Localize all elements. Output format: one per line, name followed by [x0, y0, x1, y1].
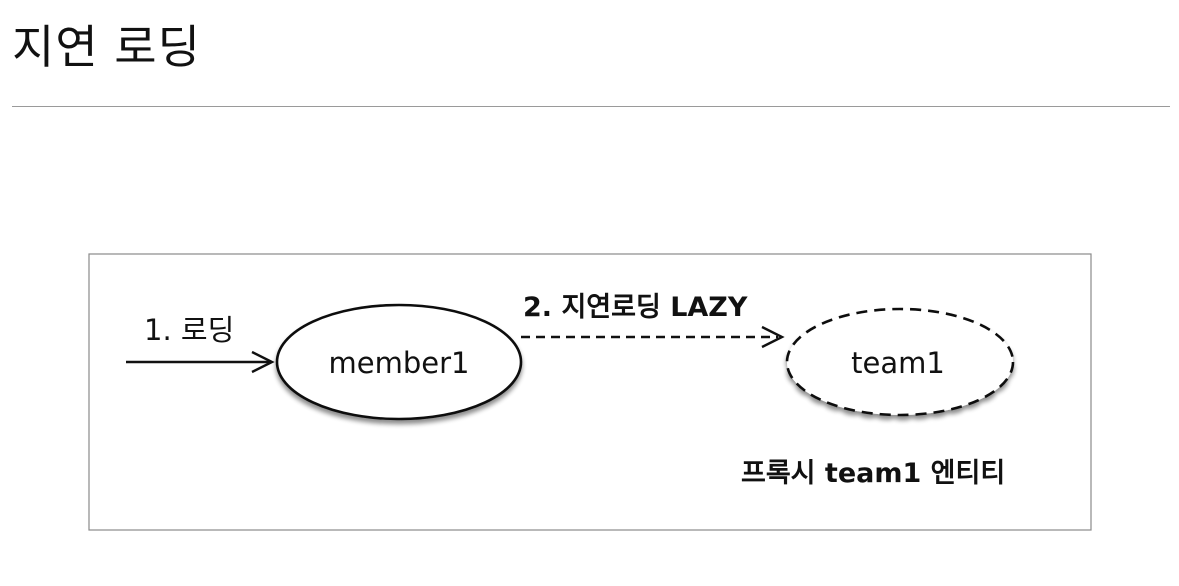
step2-label: 2. 지연로딩 LAZY: [523, 292, 748, 323]
member-node-label: member1: [329, 346, 470, 380]
lazy-loading-diagram: 1. 로딩 member1 2. 지연로딩 LAZY team1 프록시 tea…: [88, 253, 1092, 531]
team-node-label: team1: [851, 346, 945, 380]
member-node: member1: [275, 303, 523, 421]
team-proxy-node: team1: [785, 307, 1015, 417]
proxy-caption: 프록시 team1 엔티티: [741, 458, 1005, 489]
step1-label: 1. 로딩: [144, 313, 234, 347]
